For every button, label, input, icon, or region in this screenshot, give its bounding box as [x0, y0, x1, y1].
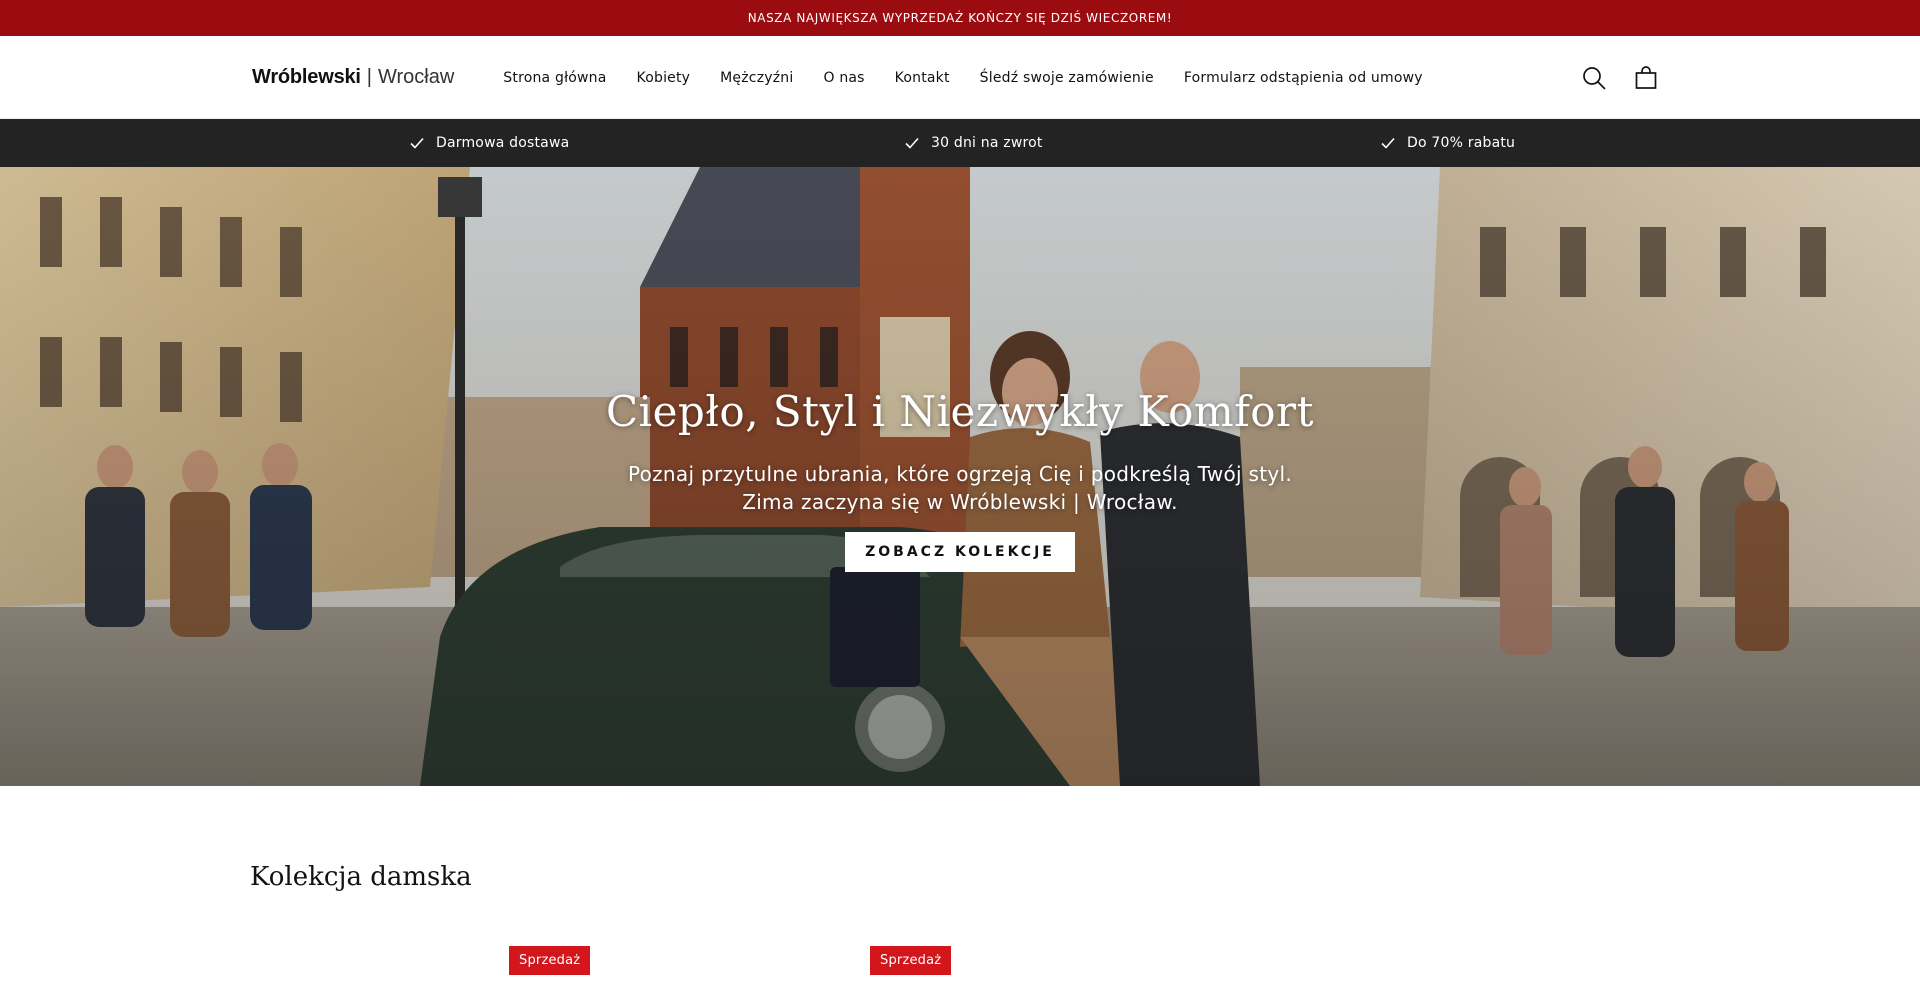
check-icon	[1381, 137, 1395, 149]
logo-city: Wrocław	[377, 66, 455, 88]
nav-item-about[interactable]: O nas	[823, 70, 864, 86]
logo-brand: Wróblewski	[252, 66, 361, 88]
benefit-label: Do 70% rabatu	[1407, 135, 1516, 151]
nav-item-contact[interactable]: Kontakt	[895, 70, 950, 86]
cart-button[interactable]	[1624, 56, 1668, 100]
nav-item-men[interactable]: Mężczyźni	[720, 70, 793, 86]
benefit-label: Darmowa dostawa	[436, 135, 570, 151]
logo[interactable]: Wróblewski | Wrocław	[252, 66, 454, 89]
sale-badge: Sprzedaż	[870, 946, 952, 975]
nav-item-women[interactable]: Kobiety	[637, 70, 691, 86]
header-icons	[1572, 56, 1668, 100]
hero-banner: Ciepło, Styl i Niezwykły Komfort Poznaj …	[0, 167, 1920, 786]
hero-subtitle-line-2: Zima zaczyna się w Wróblewski | Wrocław.	[742, 490, 1178, 514]
hero-subtitle-line-1: Poznaj przytulne ubrania, które ogrzeją …	[627, 462, 1293, 486]
check-icon	[905, 137, 919, 149]
section-title: Kolekcja damska	[250, 862, 472, 892]
nav-item-withdrawal-form[interactable]: Formularz odstąpienia od umowy	[1184, 70, 1423, 86]
site-header: Wróblewski | Wrocław Strona główna Kobie…	[0, 36, 1920, 119]
benefit-returns: 30 dni na zwrot	[905, 119, 1043, 167]
hero-content: Ciepło, Styl i Niezwykły Komfort Poznaj …	[0, 387, 1920, 572]
hero-title: Ciepło, Styl i Niezwykły Komfort	[606, 387, 1314, 436]
logo-separator: |	[366, 66, 372, 88]
view-collections-button[interactable]: ZOBACZ KOLEKCJE	[845, 532, 1075, 572]
benefit-label: 30 dni na zwrot	[931, 135, 1043, 151]
search-button[interactable]	[1572, 56, 1616, 100]
search-icon	[1583, 66, 1606, 89]
hero-subtitle: Poznaj przytulne ubrania, które ogrzeją …	[0, 460, 1920, 516]
sale-badge: Sprzedaż	[509, 946, 591, 975]
announcement-text: NASZA NAJWIĘKSZA WYPRZEDAŻ KOŃCZY SIĘ DZ…	[747, 11, 1173, 25]
nav-item-track-order[interactable]: Śledź swoje zamówienie	[980, 70, 1154, 86]
benefit-free-delivery: Darmowa dostawa	[410, 119, 569, 167]
announcement-bar: NASZA NAJWIĘKSZA WYPRZEDAŻ KOŃCZY SIĘ DZ…	[0, 0, 1920, 36]
nav-item-home[interactable]: Strona główna	[503, 70, 606, 86]
check-icon	[410, 137, 424, 149]
cart-icon	[1635, 65, 1657, 89]
main-nav: Strona główna Kobiety Mężczyźni O nas Ko…	[503, 70, 1422, 86]
womens-collection-section: Kolekcja damska	[250, 862, 472, 892]
benefits-bar: Darmowa dostawa 30 dni na zwrot Do 70% r…	[0, 119, 1920, 167]
benefit-discount: Do 70% rabatu	[1381, 119, 1515, 167]
